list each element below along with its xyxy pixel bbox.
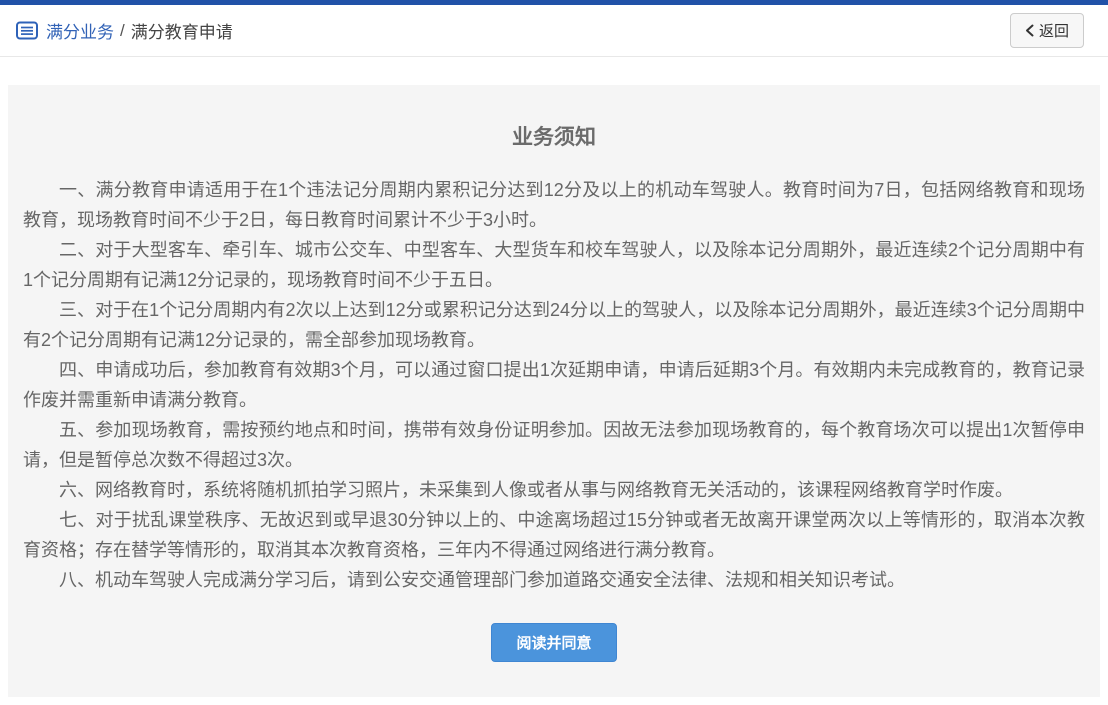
chevron-left-icon bbox=[1025, 24, 1034, 37]
notice-paragraph: 六、网络教育时，系统将随机抓拍学习照片，未采集到人像或者从事与网络教育无关活动的… bbox=[23, 475, 1085, 505]
read-and-agree-button[interactable]: 阅读并同意 bbox=[491, 623, 616, 662]
breadcrumb-separator: / bbox=[120, 21, 125, 41]
notice-panel: 业务须知 一、满分教育申请适用于在1个违法记分周期内累积记分达到12分及以上的机… bbox=[8, 85, 1100, 697]
agree-button-container: 阅读并同意 bbox=[23, 623, 1085, 662]
notice-paragraph: 五、参加现场教育，需按预约地点和时间，携带有效身份证明参加。因故无法参加现场教育… bbox=[23, 415, 1085, 475]
notice-body: 一、满分教育申请适用于在1个违法记分周期内累积记分达到12分及以上的机动车驾驶人… bbox=[23, 175, 1085, 595]
page-title: 业务须知 bbox=[23, 121, 1085, 151]
notice-paragraph: 三、对于在1个记分周期内有2次以上达到12分或累积记分达到24分以上的驾驶人，以… bbox=[23, 295, 1085, 355]
list-form-icon bbox=[16, 21, 38, 40]
breadcrumb-current-page: 满分教育申请 bbox=[131, 18, 233, 43]
page-header: 满分业务 / 满分教育申请 返回 bbox=[0, 5, 1108, 57]
notice-paragraph: 七、对于扰乱课堂秩序、无故迟到或早退30分钟以上的、中途离场超过15分钟或者无故… bbox=[23, 505, 1085, 565]
breadcrumb: 满分业务 / 满分教育申请 bbox=[16, 18, 233, 43]
notice-paragraph: 四、申请成功后，参加教育有效期3个月，可以通过窗口提出1次延期申请，申请后延期3… bbox=[23, 355, 1085, 415]
notice-paragraph: 一、满分教育申请适用于在1个违法记分周期内累积记分达到12分及以上的机动车驾驶人… bbox=[23, 175, 1085, 235]
breadcrumb-section-link[interactable]: 满分业务 bbox=[46, 18, 114, 43]
back-button[interactable]: 返回 bbox=[1010, 13, 1084, 48]
back-button-label: 返回 bbox=[1039, 20, 1069, 41]
notice-paragraph: 八、机动车驾驶人完成满分学习后，请到公安交通管理部门参加道路交通安全法律、法规和… bbox=[23, 565, 1085, 595]
notice-paragraph: 二、对于大型客车、牵引车、城市公交车、中型客车、大型货车和校车驾驶人，以及除本记… bbox=[23, 235, 1085, 295]
